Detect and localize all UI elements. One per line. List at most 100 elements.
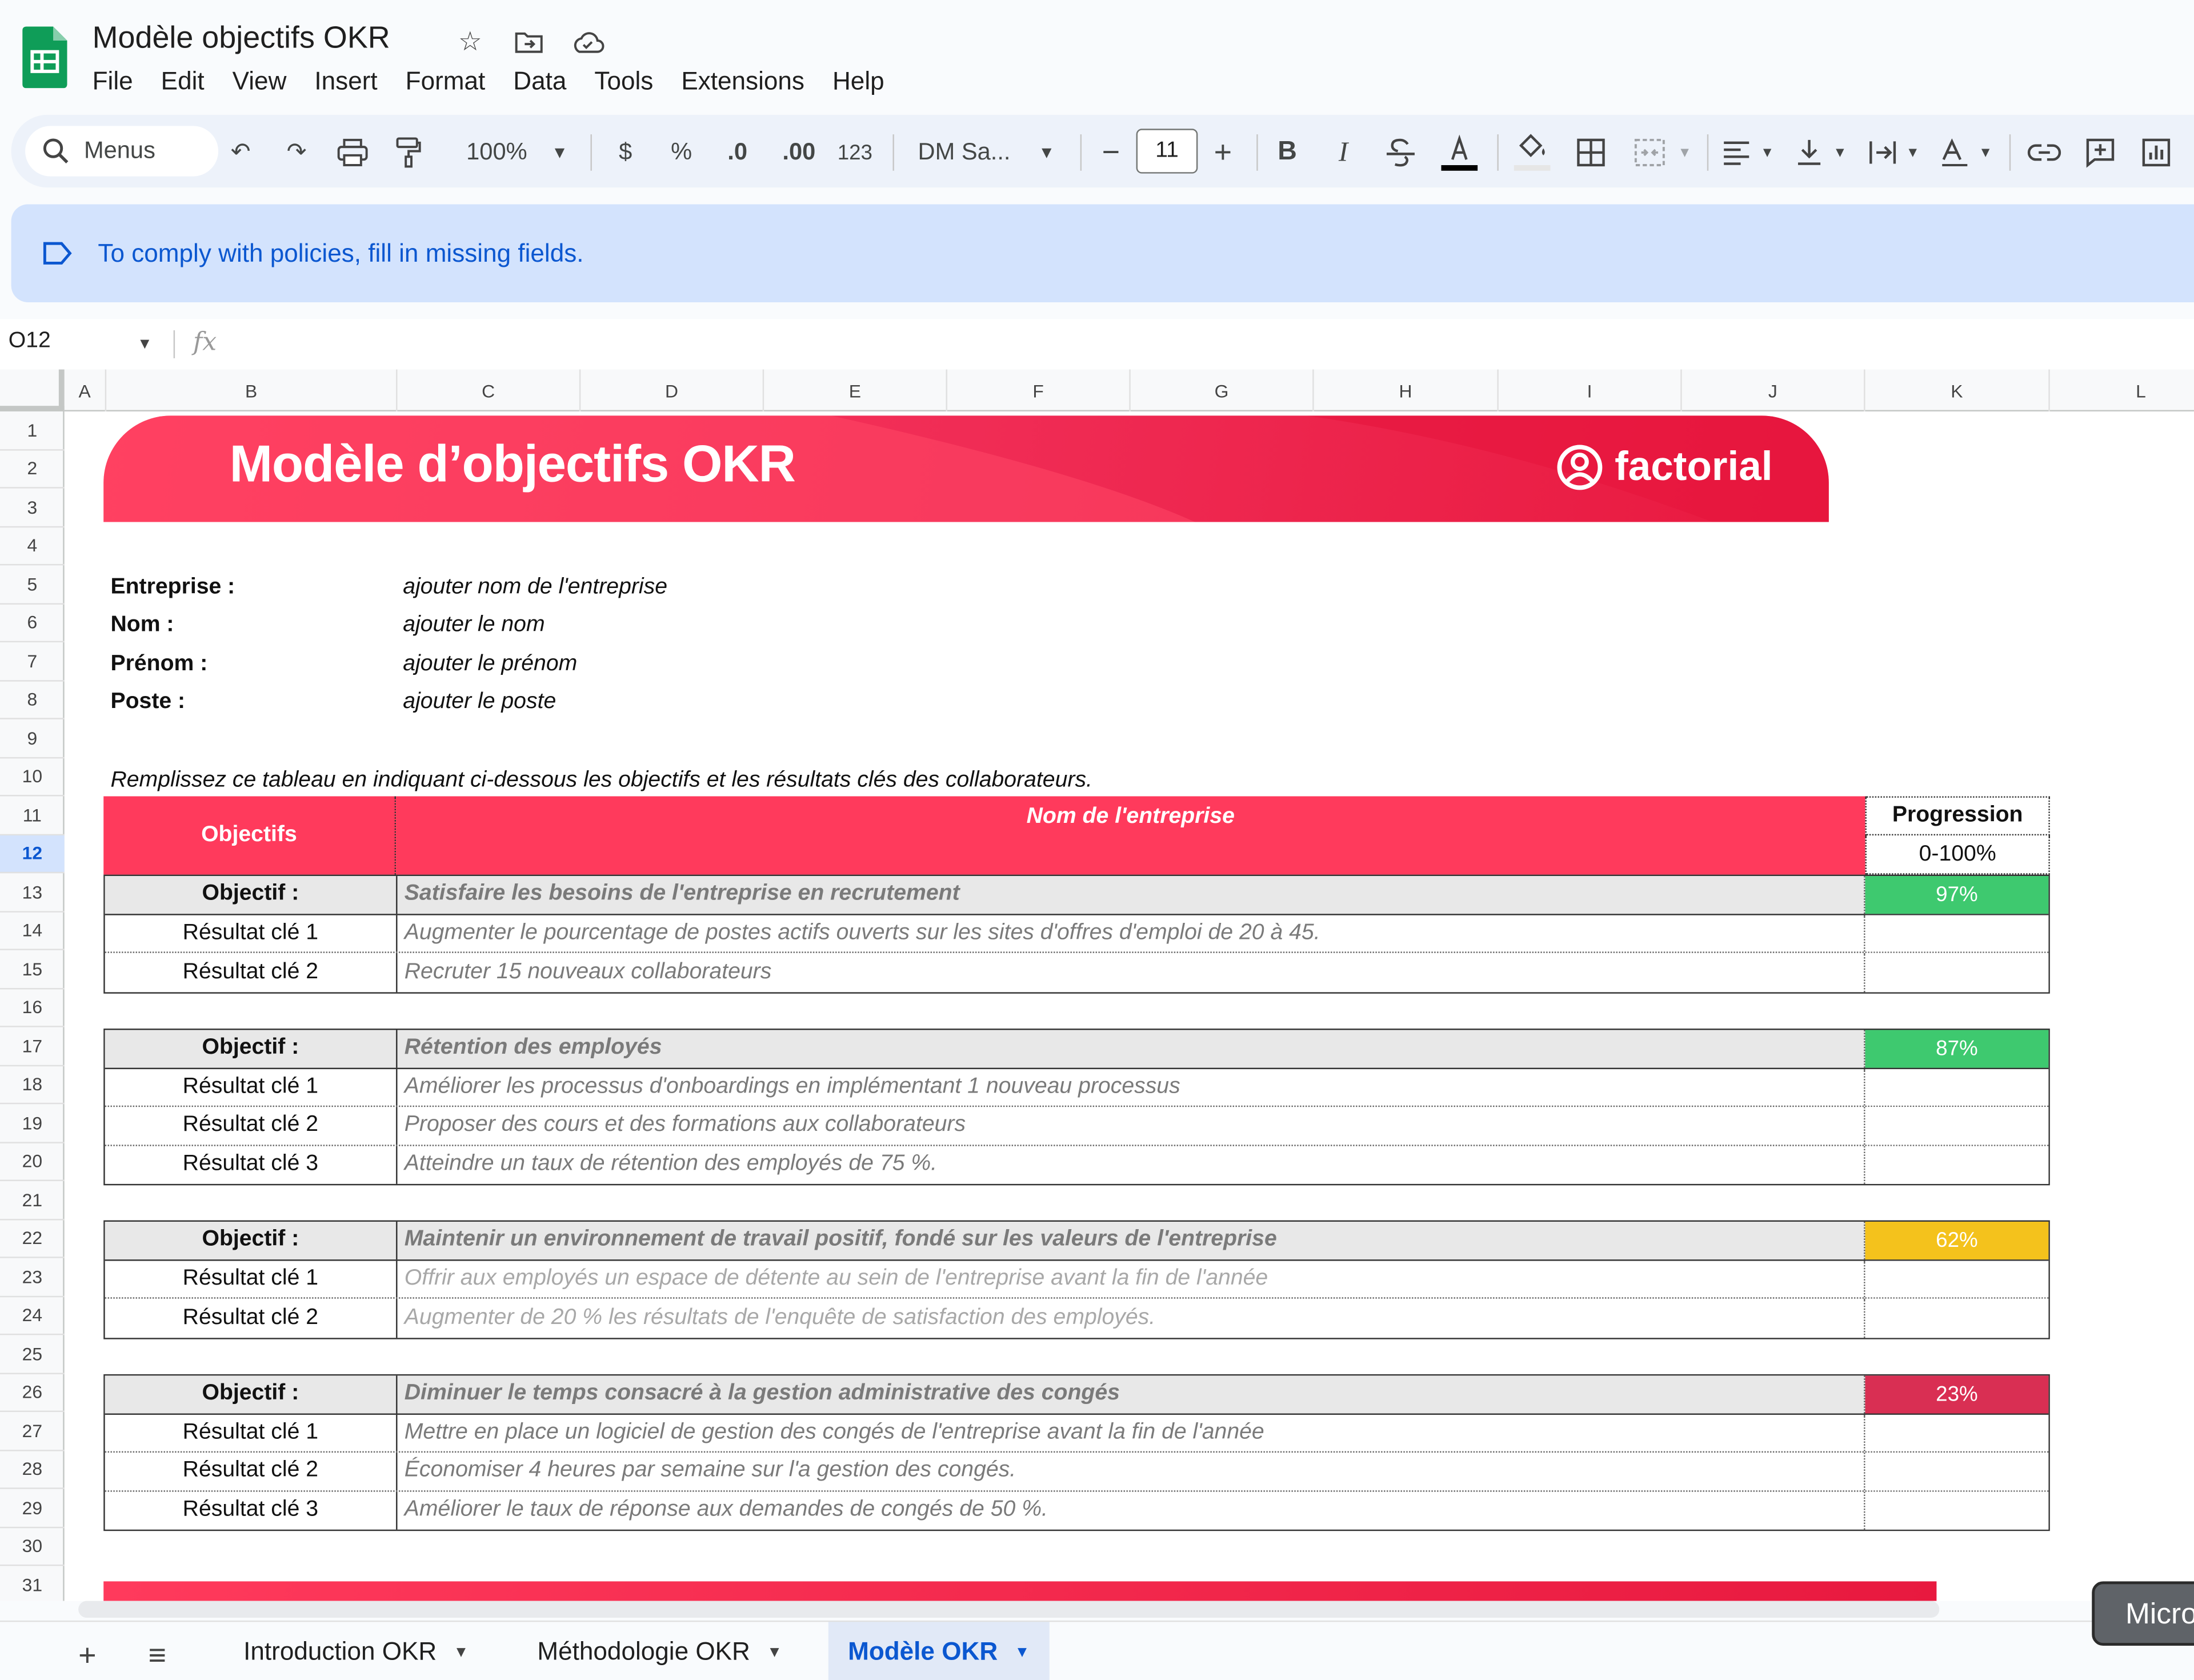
horizontal-align-icon[interactable] <box>1718 133 1755 173</box>
info-value-position[interactable]: ajouter le poste <box>403 690 556 715</box>
row-header[interactable]: 10 <box>0 758 65 797</box>
row-header[interactable]: 15 <box>0 950 65 989</box>
borders-icon[interactable] <box>1570 133 1612 173</box>
wrap-caret-icon[interactable]: ▼ <box>1900 133 1925 173</box>
currency-button[interactable]: $ <box>604 133 646 173</box>
key-result-row[interactable]: Résultat clé 2 Recruter 15 nouveaux coll… <box>105 953 2049 992</box>
row-header[interactable]: 12 <box>0 834 65 874</box>
column-header-g[interactable]: G <box>1131 369 1314 412</box>
row-header[interactable]: 18 <box>0 1066 65 1105</box>
row-header[interactable]: 23 <box>0 1258 65 1297</box>
key-result-row[interactable]: Résultat clé 2 Augmenter de 20 % les rés… <box>105 1298 2049 1338</box>
menu-help[interactable]: Help <box>818 65 898 98</box>
row-header[interactable]: 1 <box>0 411 65 450</box>
row-header[interactable]: 16 <box>0 989 65 1027</box>
increase-decimal-button[interactable]: .00 <box>772 133 826 173</box>
cloud-status-icon[interactable] <box>568 22 607 62</box>
info-value-firstname[interactable]: ajouter le prénom <box>403 652 577 677</box>
paint-format-icon[interactable] <box>389 133 429 173</box>
horizontal-scrollbar[interactable] <box>78 1601 1940 1618</box>
menu-file[interactable]: File <box>78 65 147 98</box>
row-header[interactable]: 25 <box>0 1335 65 1374</box>
policy-banner-text[interactable]: To comply with policies, fill in missing… <box>98 239 583 269</box>
objective-row[interactable]: Objectif : Rétention des employés 87% <box>105 1030 2049 1069</box>
decrease-decimal-button[interactable]: .0 <box>714 133 761 173</box>
column-header-h[interactable]: H <box>1314 369 1499 412</box>
row-header[interactable]: 3 <box>0 489 65 527</box>
undo-icon[interactable]: ↶ <box>221 133 261 173</box>
table-header-range[interactable]: 0-100% <box>1865 835 2050 875</box>
column-header-d[interactable]: D <box>580 369 764 412</box>
insert-link-icon[interactable] <box>2023 133 2065 173</box>
objective-row[interactable]: Objectif : Satisfaire les besoins de l'e… <box>105 876 2049 915</box>
row-header[interactable]: 29 <box>0 1489 65 1528</box>
merge-caret-icon[interactable]: ▼ <box>1671 133 1699 173</box>
number-format-button[interactable]: 123 <box>831 133 879 173</box>
column-header-c[interactable]: C <box>398 369 581 412</box>
italic-button[interactable]: I <box>1324 133 1363 173</box>
table-header-objectives[interactable]: Objectifs <box>103 796 397 875</box>
rotation-caret-icon[interactable]: ▼ <box>1973 133 1998 173</box>
text-rotation-icon[interactable] <box>1936 133 1973 173</box>
percent-button[interactable]: % <box>660 133 702 173</box>
menu-insert[interactable]: Insert <box>301 65 391 98</box>
objective-row[interactable]: Objectif : Maintenir un environnement de… <box>105 1221 2049 1261</box>
row-header[interactable]: 8 <box>0 681 65 719</box>
menu-tools[interactable]: Tools <box>580 65 667 98</box>
insert-comment-icon[interactable] <box>2079 133 2121 173</box>
row-header[interactable]: 31 <box>0 1566 65 1601</box>
row-header[interactable]: 27 <box>0 1412 65 1451</box>
column-header-j[interactable]: J <box>1682 369 1865 412</box>
sheets-logo-icon[interactable] <box>22 26 67 89</box>
key-result-row[interactable]: Résultat clé 1 Mettre en place un logici… <box>105 1414 2049 1453</box>
select-all-corner[interactable] <box>0 369 65 412</box>
row-header[interactable]: 5 <box>0 565 65 604</box>
halign-caret-icon[interactable]: ▼ <box>1755 133 1780 173</box>
row-header[interactable]: 4 <box>0 527 65 566</box>
print-icon[interactable] <box>333 133 373 173</box>
row-header[interactable]: 26 <box>0 1374 65 1413</box>
key-result-row[interactable]: Résultat clé 3 Atteindre un taux de réte… <box>105 1145 2049 1184</box>
key-result-row[interactable]: Résultat clé 3 Améliorer le taux de répo… <box>105 1491 2049 1530</box>
tab-modele-okr[interactable]: Modèle OKR ▼ <box>828 1622 1050 1680</box>
key-result-row[interactable]: Résultat clé 1 Améliorer les processus d… <box>105 1068 2049 1107</box>
row-header[interactable]: 17 <box>0 1027 65 1066</box>
key-result-row[interactable]: Résultat clé 1 Offrir aux employés un es… <box>105 1260 2049 1299</box>
all-sheets-icon[interactable]: ≡ <box>149 1637 166 1674</box>
key-result-row[interactable]: Résultat clé 2 Économiser 4 heures par s… <box>105 1453 2049 1491</box>
row-header[interactable]: 6 <box>0 604 65 643</box>
tab-introduction-okr[interactable]: Introduction OKR ▼ <box>224 1622 489 1680</box>
insert-chart-icon[interactable] <box>2135 133 2177 173</box>
row-header[interactable]: 19 <box>0 1104 65 1143</box>
name-box[interactable]: O12 <box>9 329 51 354</box>
column-header-b[interactable]: B <box>106 369 398 412</box>
merge-cells-icon[interactable] <box>1629 133 1671 173</box>
row-header[interactable]: 13 <box>0 873 65 912</box>
tab-methodologie-okr[interactable]: Méthodologie OKR ▼ <box>518 1622 802 1680</box>
row-header[interactable]: 11 <box>0 796 65 835</box>
row-header[interactable]: 22 <box>0 1219 65 1258</box>
strikethrough-icon[interactable] <box>1380 133 1422 173</box>
font-select[interactable]: DM Sa... <box>907 133 1024 173</box>
column-header-k[interactable]: K <box>1865 369 2050 412</box>
objective-row[interactable]: Objectif : Diminuer le temps consacré à … <box>105 1375 2049 1414</box>
tab-caret-icon[interactable]: ▼ <box>454 1643 469 1660</box>
font-size-increase-button[interactable]: + <box>1203 133 1243 173</box>
star-icon[interactable]: ☆ <box>451 22 490 62</box>
instructions-text[interactable]: Remplissez ce tableau en indiquant ci-de… <box>110 769 1092 794</box>
add-sheet-icon[interactable]: + <box>78 1637 96 1674</box>
vertical-align-icon[interactable] <box>1791 133 1828 173</box>
info-value-company[interactable]: ajouter nom de l'entreprise <box>403 575 667 601</box>
row-header[interactable]: 2 <box>0 450 65 489</box>
column-header-i[interactable]: I <box>1499 369 1682 412</box>
table-header-progress[interactable]: Progression <box>1865 796 2050 836</box>
menu-data[interactable]: Data <box>499 65 580 98</box>
row-header[interactable]: 30 <box>0 1527 65 1566</box>
row-header[interactable]: 9 <box>0 719 65 758</box>
row-header[interactable]: 21 <box>0 1181 65 1220</box>
column-header-l[interactable]: L <box>2050 370 2194 411</box>
text-color-icon[interactable] <box>1436 133 1483 173</box>
row-header[interactable]: 7 <box>0 642 65 681</box>
floating-popup[interactable]: Micro <box>2092 1581 2194 1646</box>
tab-caret-icon[interactable]: ▼ <box>1015 1643 1030 1660</box>
